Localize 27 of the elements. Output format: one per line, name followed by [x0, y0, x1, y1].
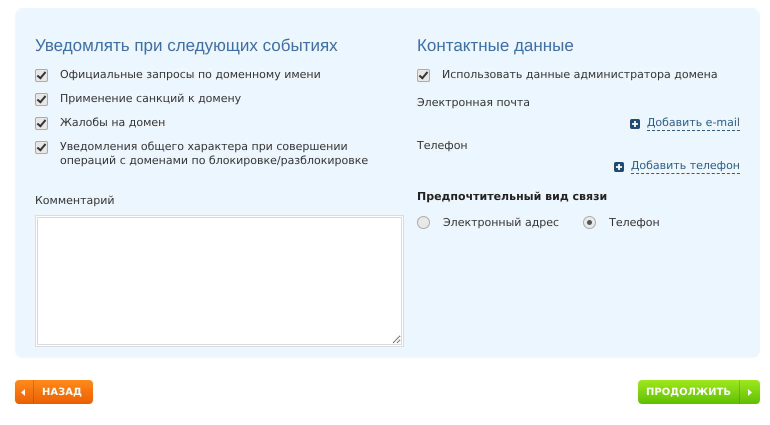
add-phone-link[interactable]: Добавить телефон [630, 159, 740, 174]
radio-button[interactable] [583, 216, 596, 229]
checkbox[interactable] [35, 117, 48, 130]
checkbox-label: Применение санкций к домену [60, 92, 242, 106]
add-email-link[interactable]: Добавить e-mail [646, 116, 740, 131]
radio-label: Телефон [609, 216, 660, 229]
field-label: Комментарий [35, 194, 116, 208]
section-title: Уведомлять при следующих событиях [35, 35, 339, 57]
field-label: Электронная почта [417, 96, 532, 110]
checkbox-label: Жалобы на домен [60, 116, 166, 130]
field-label: Телефон [417, 139, 469, 153]
checkbox[interactable] [35, 141, 48, 154]
checkbox[interactable] [35, 93, 48, 106]
checkbox[interactable] [35, 69, 48, 82]
left-arrow-icon [21, 388, 25, 396]
checkbox-label: Уведомления общего характера при совершении операций с доменами по блокировке/разблокировке [60, 140, 370, 168]
radio-button[interactable] [417, 216, 430, 229]
radio-label: Электронный адрес [443, 216, 560, 229]
comment-field[interactable] [35, 215, 404, 347]
section-subtitle: Предпочтительный вид связи [417, 190, 608, 204]
section-title: Контактные данные [417, 35, 575, 57]
right-arrow-icon [748, 388, 752, 396]
checkbox[interactable] [417, 69, 430, 82]
checkbox-label: Официальные запросы по доменному имени [60, 68, 321, 82]
plus-icon [630, 118, 640, 128]
checkbox-label: Использовать данные администратора домена [442, 68, 718, 82]
plus-icon [614, 162, 624, 172]
